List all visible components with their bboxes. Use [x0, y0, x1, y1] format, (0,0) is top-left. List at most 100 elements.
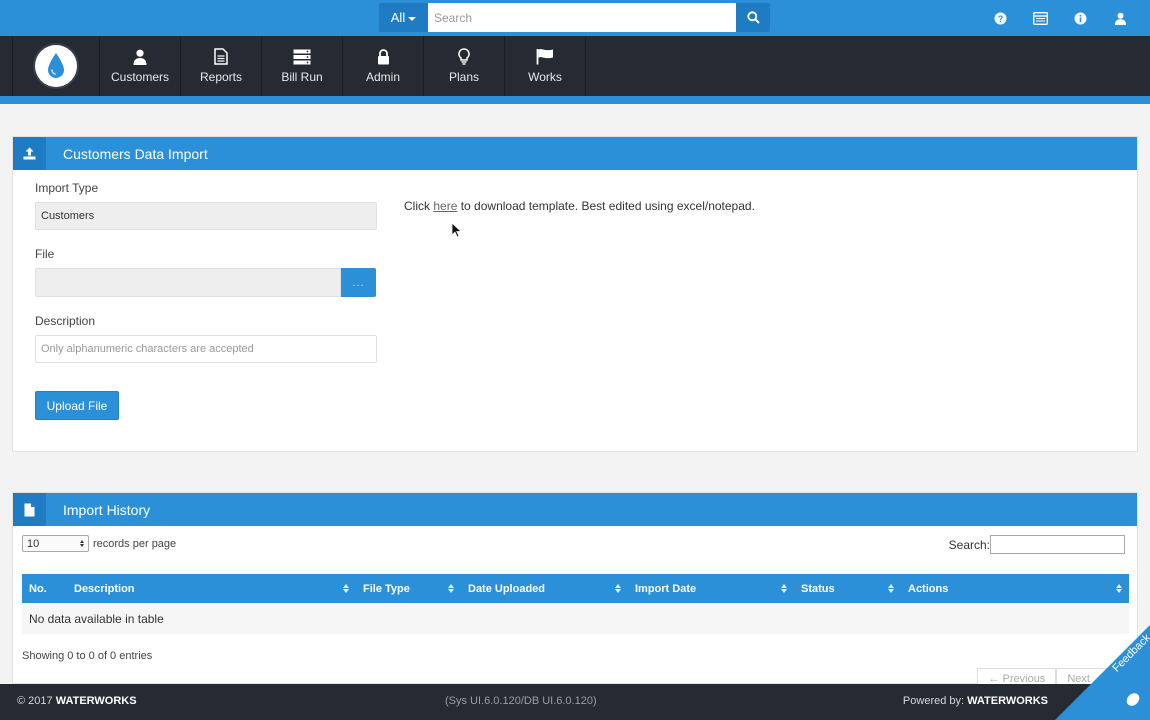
lock-icon: [377, 48, 389, 64]
chat-bubble-icon: [1126, 693, 1140, 706]
nav-item-label: Admin: [365, 69, 400, 84]
nav-item-plans[interactable]: Plans: [424, 36, 505, 96]
svg-text:?: ?: [997, 14, 1003, 24]
nav-item-label: Reports: [199, 70, 243, 84]
template-download-note: Click here to download template. Best ed…: [404, 199, 755, 213]
column-label: Actions: [908, 582, 949, 595]
import-type-value: Customers: [41, 210, 95, 222]
sort-icon: [615, 584, 621, 593]
nav-item-works[interactable]: Works: [505, 36, 586, 96]
column-header-no[interactable]: No.: [22, 574, 67, 603]
nav-item-label: Plans: [448, 70, 480, 84]
powered-text: Powered by:: [902, 695, 968, 707]
calendar-icon[interactable]: [1032, 10, 1048, 26]
panel-title: Import History: [63, 501, 151, 518]
sort-icon: [1116, 584, 1122, 593]
give-feedback-button[interactable]: Give Feedback: [1055, 625, 1150, 720]
nav-item-bill-run[interactable]: Bill Run: [262, 36, 343, 96]
panel-header: Import History: [13, 493, 1137, 526]
nav-item-label: Works: [528, 70, 562, 84]
upload-icon: [13, 137, 46, 170]
import-type-label: Import Type: [35, 181, 99, 195]
sort-icon: [781, 584, 787, 593]
mouse-cursor-icon: [451, 222, 462, 238]
global-search-input[interactable]: [428, 3, 736, 32]
search-button[interactable]: [736, 3, 770, 32]
empty-message: No data available in table: [29, 611, 164, 626]
top-bar: All ?: [0, 0, 1150, 36]
select-arrows-icon: [80, 540, 84, 547]
document-icon: [214, 48, 228, 65]
column-header-description[interactable]: Description: [67, 574, 356, 603]
main-nav: Customers Reports Bill Run Admin Plans W…: [0, 36, 1150, 96]
download-template-link[interactable]: here: [433, 199, 457, 213]
search-scope-label: All: [390, 10, 406, 25]
top-icon-group: ?: [992, 0, 1128, 36]
panel-header: Customers Data Import: [13, 137, 1137, 170]
search-icon: [746, 11, 760, 24]
column-header-date-uploaded[interactable]: Date Uploaded: [461, 574, 628, 603]
version-info: (Sys UI.6.0.120/DB UI.6.0.120): [445, 695, 597, 707]
logo-link[interactable]: [12, 36, 100, 96]
column-label: Status: [801, 582, 835, 595]
nav-item-label: Bill Run: [281, 69, 323, 84]
column-header-import-date[interactable]: Import Date: [628, 574, 794, 603]
nav-item-reports[interactable]: Reports: [181, 36, 262, 96]
global-search: All: [379, 3, 770, 32]
column-header-file-type[interactable]: File Type: [356, 574, 461, 603]
table-info: Showing 0 to 0 of 0 entries: [22, 650, 153, 662]
import-type-select[interactable]: Customers: [35, 202, 377, 230]
import-form: Import Type Customers File ... Descripti…: [35, 181, 377, 363]
nav-item-label: Customers: [110, 69, 169, 84]
file-picker: ...: [35, 268, 377, 297]
copyright: © 2017 WATERWORKS: [17, 695, 137, 707]
file-path-field[interactable]: [35, 268, 341, 297]
sort-icon: [888, 584, 894, 593]
powered-by: Powered by: WATERWORKS: [903, 695, 1048, 707]
nav-items: Customers Reports Bill Run Admin Plans W…: [100, 36, 586, 96]
template-prefix: Click: [404, 199, 434, 213]
sort-icon: [448, 584, 454, 593]
column-label: Description: [74, 582, 135, 595]
nav-item-admin[interactable]: Admin: [343, 36, 424, 96]
description-label: Description: [35, 314, 96, 328]
table-filter: Search:: [949, 535, 1125, 554]
lightbulb-icon: [458, 48, 470, 65]
flag-icon: [536, 49, 553, 65]
waterworks-logo: [35, 45, 77, 87]
description-input[interactable]: [35, 335, 377, 363]
user-icon[interactable]: [1112, 10, 1128, 26]
column-label: No.: [29, 582, 47, 595]
page-length-control: 10 records per page: [22, 535, 176, 552]
help-icon[interactable]: ?: [992, 10, 1008, 26]
template-suffix: to download template. Best edited using …: [457, 199, 755, 213]
server-icon: [293, 49, 311, 64]
page-length-suffix: records per page: [93, 537, 177, 550]
table-header: No. Description File Type Date Uploaded …: [22, 574, 1129, 603]
column-label: File Type: [363, 582, 410, 595]
browse-file-button[interactable]: ...: [341, 268, 376, 297]
file-icon: [13, 493, 46, 526]
import-history-panel: Import History 10 records per page Searc…: [12, 492, 1138, 690]
caret-down-icon: [408, 16, 417, 21]
nav-item-customers[interactable]: Customers: [100, 36, 181, 96]
user-icon: [133, 49, 147, 65]
info-icon[interactable]: [1072, 10, 1088, 26]
table-search-label: Search:: [948, 537, 990, 552]
nav-accent-bar: [0, 96, 1150, 104]
panel-title: Customers Data Import: [63, 145, 208, 162]
powered-brand: WATERWORKS: [967, 695, 1048, 707]
file-label: File: [35, 247, 55, 261]
column-label: Date Uploaded: [468, 582, 546, 595]
column-header-actions[interactable]: Actions: [901, 574, 1129, 603]
column-label: Import Date: [635, 582, 697, 595]
copyright-brand: WATERWORKS: [55, 695, 137, 707]
search-scope-dropdown[interactable]: All: [379, 3, 428, 32]
copyright-text: © 2017: [17, 695, 56, 707]
upload-file-button[interactable]: Upload File: [35, 391, 119, 420]
sort-icon: [343, 584, 349, 593]
column-header-status[interactable]: Status: [794, 574, 901, 603]
page-length-select[interactable]: 10: [22, 535, 89, 552]
table-search-input[interactable]: [990, 535, 1125, 554]
table-empty-row: No data available in table: [22, 603, 1129, 634]
